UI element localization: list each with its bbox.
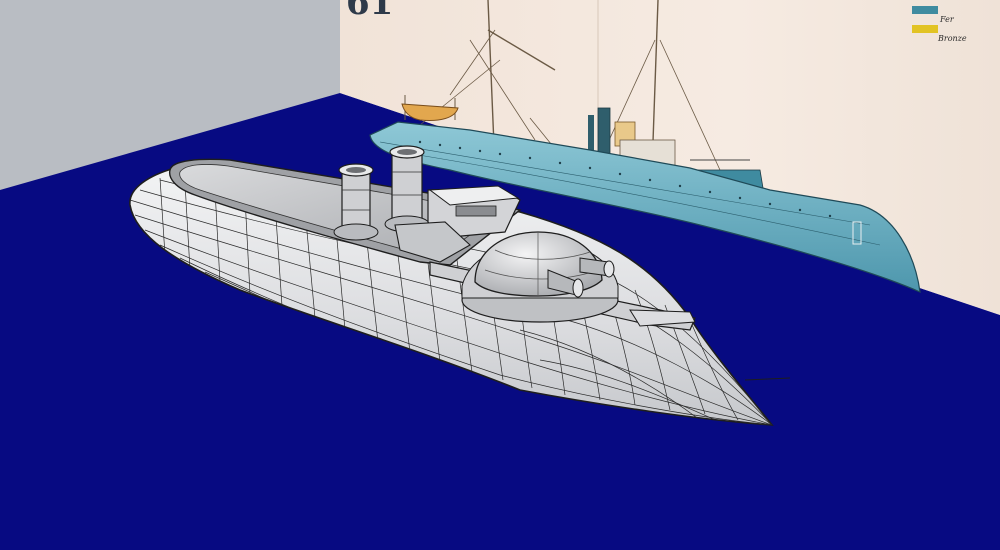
plate-number: 61 — [346, 0, 393, 23]
legend-label-fer: Fer — [939, 15, 955, 24]
model-funnel-rear[interactable] — [384, 145, 430, 233]
viewport-canvas[interactable]: 61 Fer Bronze — [0, 0, 1000, 550]
3d-viewport[interactable]: 61 Fer Bronze — [0, 0, 1000, 550]
legend-label-bronze: Bronze — [937, 34, 967, 43]
legend-swatch-fer — [912, 6, 938, 14]
legend-swatch-bronze — [912, 25, 938, 33]
